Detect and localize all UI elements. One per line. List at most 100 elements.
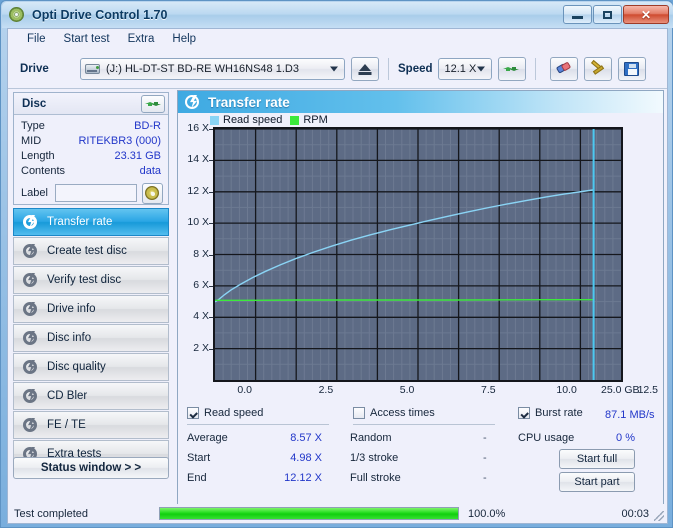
progress-fill [160, 508, 458, 519]
progress-bar [159, 507, 459, 520]
maximize-icon [603, 11, 612, 19]
start-full-button[interactable]: Start full [559, 449, 635, 469]
sidebar-item-disc-info[interactable]: Disc info [13, 324, 169, 352]
erase-button[interactable] [550, 57, 578, 81]
sidebar-item-transfer-rate[interactable]: Transfer rate [13, 208, 169, 236]
access-times-underline [353, 424, 495, 425]
stat-random-key: Random [350, 432, 392, 444]
sidebar-item-label: CD Bler [47, 390, 87, 402]
menu-item-file[interactable]: File [18, 31, 55, 47]
menu-bar: File Start test Extra Help [8, 29, 667, 49]
sidebar-item-disc-quality[interactable]: Disc quality [13, 353, 169, 381]
access-times-checkbox[interactable]: Access times [353, 407, 435, 419]
title-bar: Opti Drive Control 1.70 ✕ [2, 2, 673, 28]
main-content: Transfer rate Read speed RPM 2 X4 X6 X8 … [174, 90, 667, 523]
y-axis-tick [209, 317, 213, 318]
stats-table: Average 8.57 X Start 4.98 X End 12.12 X … [178, 429, 663, 495]
optical-drive-icon [85, 62, 101, 76]
status-window-button[interactable]: Status window > > [13, 457, 169, 479]
stat-third-stroke-value: - [483, 452, 487, 464]
disc-mid-value: RITEKBR3 (000) [78, 135, 161, 147]
start-part-button[interactable]: Start part [559, 472, 635, 492]
minimize-button[interactable] [563, 5, 592, 24]
disc-label-input[interactable] [55, 184, 137, 202]
stat-end-key: End [187, 472, 207, 484]
close-icon: ✕ [641, 9, 651, 21]
panel-header: Transfer rate [178, 91, 663, 113]
tools-button[interactable] [584, 57, 612, 81]
speed-select[interactable]: 12.1 X [438, 58, 492, 80]
disc-refresh-button[interactable] [141, 95, 165, 113]
disc-row-type: Type BD-R [14, 118, 168, 133]
y-axis-tick [209, 286, 213, 287]
disc-type-value: BD-R [134, 120, 161, 132]
minimize-icon [572, 16, 583, 19]
y-axis-tick-label: 8 X [178, 248, 209, 260]
disc-row-length: Length 23.31 GB [14, 148, 168, 163]
status-message: Test completed [14, 508, 159, 520]
disc-verify-icon [22, 272, 38, 288]
stat-full-stroke-key: Full stroke [350, 472, 401, 484]
drive-select[interactable]: (J:) HL-DT-ST BD-RE WH16NS48 1.D3 [80, 58, 345, 80]
set-disc-label-button[interactable] [142, 183, 163, 204]
disc-quality-icon [22, 359, 38, 375]
menu-item-extra[interactable]: Extra [119, 31, 164, 47]
disc-box-header: Disc [14, 93, 168, 115]
x-axis-tick-label: 25.0 GB [601, 384, 640, 396]
close-button[interactable]: ✕ [623, 5, 669, 24]
sidebar-item-cd-bler[interactable]: CD Bler [13, 382, 169, 410]
y-axis-tick [209, 349, 213, 350]
stat-average-key: Average [187, 432, 228, 444]
resize-grip[interactable] [654, 511, 664, 521]
sidebar-item-create-test-disc[interactable]: Create test disc [13, 237, 169, 265]
transfer-rate-chart: 2 X4 X6 X8 X10 X12 X14 X16 X0.02.55.07.5… [178, 113, 663, 403]
sidebar-item-label: Verify test disc [47, 274, 121, 286]
disc-info-icon [22, 330, 38, 346]
drive-label: Drive [20, 63, 76, 75]
sidebar-item-verify-test-disc[interactable]: Verify test disc [13, 266, 169, 294]
maximize-button[interactable] [593, 5, 622, 24]
disc-icon [145, 186, 159, 200]
progress-percent: 100.0% [468, 508, 528, 520]
burst-rate-checkbox[interactable]: Burst rate [518, 407, 583, 419]
window-title: Opti Drive Control 1.70 [32, 8, 167, 22]
sidebar-item-label: Drive info [47, 303, 96, 315]
refresh-button[interactable] [498, 57, 526, 81]
menu-item-help[interactable]: Help [163, 31, 205, 47]
disc-length-value: 23.31 GB [115, 150, 161, 162]
sidebar-item-fe-te[interactable]: FE / TE [13, 411, 169, 439]
read-speed-label: Read speed [204, 407, 263, 419]
burst-rate-label: Burst rate [535, 407, 583, 419]
stat-average-value: 8.57 X [266, 432, 322, 444]
save-icon [624, 62, 639, 76]
stat-third-stroke-key: 1/3 stroke [350, 452, 398, 464]
disc-contents-key: Contents [21, 165, 65, 177]
tools-icon [590, 62, 606, 76]
stat-start-value: 4.98 X [266, 452, 322, 464]
navigation-list: Transfer rate Create test disc Verify te… [13, 208, 169, 469]
drive-select-value: (J:) HL-DT-ST BD-RE WH16NS48 1.D3 [106, 63, 299, 75]
chart-options-row: Read speed Access times Burst rate 87.1 … [178, 405, 663, 427]
disc-length-key: Length [21, 150, 55, 162]
eject-button[interactable] [351, 57, 379, 81]
read-speed-underline [187, 424, 329, 425]
disc-info-box: Disc Type BD-R MID RITEKBR3 (000) Length… [13, 92, 169, 205]
sidebar-item-label: Transfer rate [47, 216, 112, 228]
stat-cpu-usage-value: 0 % [583, 432, 635, 444]
sidebar-item-label: FE / TE [47, 419, 86, 431]
chevron-down-icon [477, 66, 485, 71]
burst-rate-value: 87.1 MB/s [605, 409, 655, 421]
save-button[interactable] [618, 57, 646, 81]
read-speed-checkbox[interactable]: Read speed [187, 407, 263, 419]
left-sidebar: Disc Type BD-R MID RITEKBR3 (000) Length… [8, 90, 174, 523]
sidebar-item-drive-info[interactable]: Drive info [13, 295, 169, 323]
stat-start-key: Start [187, 452, 210, 464]
transfer-rate-panel: Transfer rate Read speed RPM 2 X4 X6 X8 … [177, 90, 664, 520]
menu-item-start-test[interactable]: Start test [55, 31, 119, 47]
speed-label: Speed [398, 63, 433, 75]
disc-speed-icon [22, 214, 38, 230]
disc-label-row: Label [14, 181, 168, 205]
speed-select-value: 12.1 X [445, 63, 477, 75]
y-axis-tick-label: 14 X [178, 153, 209, 165]
chevron-down-icon [330, 66, 338, 71]
